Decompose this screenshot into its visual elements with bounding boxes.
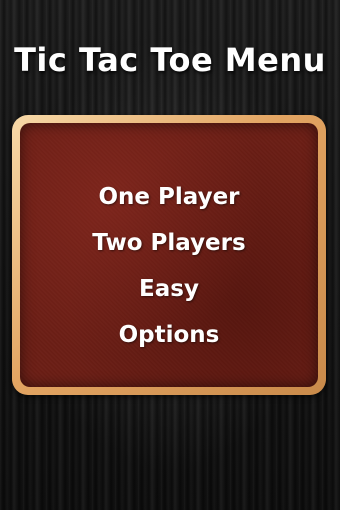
one-player-button[interactable]: One Player <box>98 174 239 220</box>
difficulty-button[interactable]: Easy <box>139 266 199 312</box>
options-button[interactable]: Options <box>119 312 220 358</box>
menu-title: Tic Tac Toe Menu <box>14 41 326 79</box>
menu-board: One Player Two Players Easy Options <box>20 123 318 387</box>
menu-board-frame: One Player Two Players Easy Options <box>12 115 326 395</box>
two-players-button[interactable]: Two Players <box>92 220 245 266</box>
